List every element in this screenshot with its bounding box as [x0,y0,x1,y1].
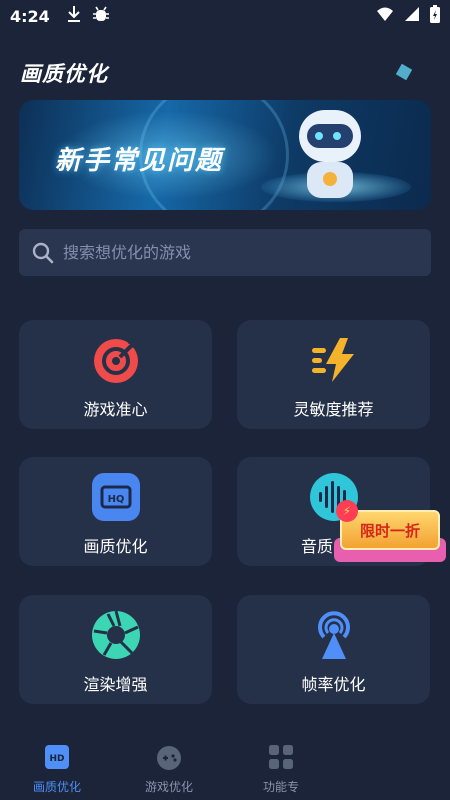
battery-icon [430,5,440,27]
feature-label: 画质优化 [83,537,148,556]
feature-card-graphics[interactable]: HQ 画质优化 [19,457,212,566]
nav-label: 游戏优化 [144,780,193,794]
lightning-badge-icon: ⚡ [336,500,358,522]
promo-badge[interactable]: 限时一折 ⚡ [334,500,446,564]
status-bar: 4:24 [0,0,450,32]
hd-icon: HQ [90,471,142,523]
page-title: 画质优化 [20,62,108,86]
search-bar[interactable] [19,229,431,276]
feature-label: 音质 [301,537,334,556]
feature-label: 渲染增强 [83,675,148,694]
bottom-nav: HD 画质优化 游戏优化 功能专 [0,730,450,800]
status-time: 4:24 [10,6,50,26]
nav-item-features[interactable]: 功能专 [236,744,326,795]
robot-badge [323,172,337,186]
lightning-speed-icon [308,334,360,386]
nav-label: 画质优化 [32,780,81,794]
banner-title: 新手常见问题 [55,146,224,176]
grid-icon [269,745,293,769]
gamepad-icon [157,746,181,770]
robot-eye [333,132,341,140]
download-icon [66,5,82,27]
crosshair-target-icon [90,334,142,386]
search-input[interactable] [63,243,403,262]
nav-item-graphics[interactable]: HD 画质优化 [12,744,102,795]
beginner-faq-banner[interactable]: 新手常见问题 [19,100,431,210]
nav-label: 功能专 [262,780,299,794]
feature-card-sensitivity[interactable]: 灵敏度推荐 [237,320,430,429]
feature-label: 帧率优化 [301,675,366,694]
feature-card-render[interactable]: 渲染增强 [19,595,212,704]
hd-icon: HD [45,745,69,769]
wifi-icon [376,6,394,26]
feature-card-framerate[interactable]: 帧率优化 [237,595,430,704]
feature-label: 灵敏度推荐 [293,400,374,419]
robot-eye [315,132,323,140]
title-decoration-icon [395,63,413,81]
svg-text:HQ: HQ [107,494,124,505]
svg-text:HD: HD [49,754,64,764]
nav-item-game-optimize[interactable]: 游戏优化 [124,744,214,795]
robot-visor [307,124,353,148]
status-right-group [376,5,440,27]
signal-icon [404,6,420,26]
bug-icon [92,5,110,27]
aperture-icon [90,609,142,661]
feature-card-crosshair[interactable]: 游戏准心 [19,320,212,429]
search-icon [32,242,54,263]
feature-label: 游戏准心 [83,400,148,419]
broadcast-tower-icon [308,609,360,661]
